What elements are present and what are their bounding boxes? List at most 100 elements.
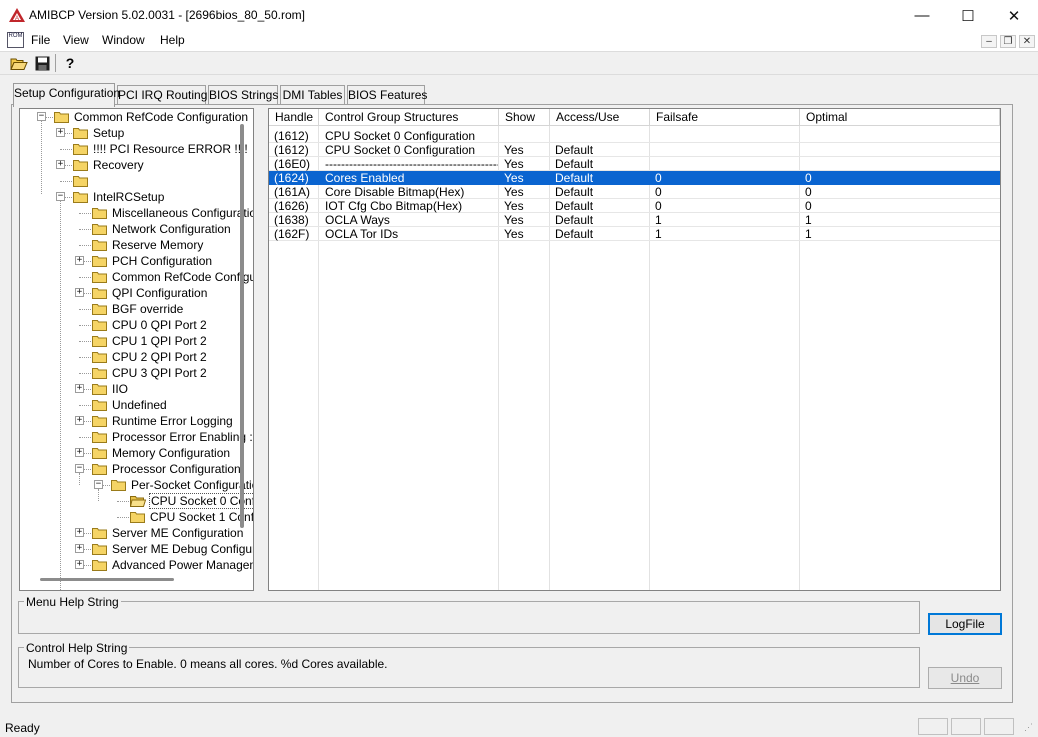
folder-icon	[92, 335, 108, 347]
tree-item[interactable]: Reserve Memory	[20, 237, 253, 253]
expand-icon[interactable]: +	[75, 416, 84, 425]
tree-item[interactable]: − IntelRCSetup	[20, 189, 253, 205]
tree-item[interactable]: CPU 2 QPI Port 2	[20, 349, 253, 365]
resize-grip-icon[interactable]: ⋰	[1024, 722, 1033, 733]
tree-item[interactable]: Processor Error Enabling :	[20, 429, 253, 445]
tree-item[interactable]: + Server ME Debug Configuratio	[20, 541, 253, 557]
tree-item[interactable]: + Runtime Error Logging	[20, 413, 253, 429]
tree-horizontal-scrollbar[interactable]	[40, 578, 174, 581]
col-header-show[interactable]: Show	[499, 109, 550, 126]
save-button[interactable]	[32, 54, 52, 72]
logfile-button[interactable]: LogFile	[928, 613, 1002, 635]
collapse-icon[interactable]: −	[37, 112, 46, 121]
toolbar-separator	[55, 54, 56, 72]
col-header-access[interactable]: Access/Use	[550, 109, 650, 126]
expand-icon[interactable]: +	[75, 560, 84, 569]
folder-icon	[92, 543, 108, 555]
show-cell: Yes	[504, 143, 524, 157]
collapse-icon[interactable]: −	[56, 192, 65, 201]
tree-item[interactable]: CPU 1 QPI Port 2	[20, 333, 253, 349]
close-button[interactable]: ✕	[991, 0, 1037, 31]
expand-icon[interactable]: +	[75, 544, 84, 553]
table-row[interactable]: (1612) CPU Socket 0 Configuration	[269, 129, 1000, 143]
tree-item[interactable]: Undefined	[20, 397, 253, 413]
tree-item[interactable]: BGF override	[20, 301, 253, 317]
tree-connector-line	[117, 501, 129, 502]
tab-bios-features[interactable]: BIOS Features	[347, 85, 427, 105]
expand-icon[interactable]: +	[75, 384, 84, 393]
folder-icon	[92, 287, 108, 299]
handle-cell: (1612)	[274, 129, 309, 143]
menu-help[interactable]: Help	[160, 33, 185, 47]
tree-item[interactable]: Network Configuration	[20, 221, 253, 237]
table-row[interactable]: (162F) OCLA Tor IDs Yes Default 1 1	[269, 227, 1000, 241]
tree-item[interactable]: + QPI Configuration	[20, 285, 253, 301]
tree-item[interactable]: !!!! PCI Resource ERROR !!!!	[20, 141, 253, 157]
mdi-minimize-button[interactable]: –	[981, 35, 997, 48]
tree-connector-line	[79, 229, 91, 230]
maximize-icon: ☐	[961, 7, 975, 25]
tree-item[interactable]: + Advanced Power Managemen	[20, 557, 253, 573]
tree-item[interactable]: + IIO	[20, 381, 253, 397]
tree-item-label: Server ME Debug Configuratio	[112, 542, 253, 556]
tree-item[interactable]: − Processor Configuration	[20, 461, 253, 477]
tree-item-label: Processor Error Enabling :	[112, 430, 253, 444]
tree-item[interactable]: + Memory Configuration	[20, 445, 253, 461]
tree-item[interactable]: CPU Socket 0 Configu	[20, 493, 253, 509]
expand-icon[interactable]: +	[75, 288, 84, 297]
tree-item[interactable]: Miscellaneous Configuration	[20, 205, 253, 221]
menu-file[interactable]: File	[31, 33, 50, 47]
tree-item[interactable]: CPU Socket 1 Configu	[20, 509, 253, 525]
expand-icon[interactable]: +	[75, 528, 84, 537]
tree-item[interactable]: + Server ME Configuration	[20, 525, 253, 541]
tree-item[interactable]: + Setup	[20, 125, 253, 141]
tree-item[interactable]: CPU 3 QPI Port 2	[20, 365, 253, 381]
access-cell: Default	[555, 199, 594, 213]
optimal-cell: 1	[805, 213, 812, 227]
col-header-failsafe[interactable]: Failsafe	[650, 109, 800, 126]
table-row-selected[interactable]: (1624) Cores Enabled Yes Default 0 0	[269, 171, 1000, 185]
optimal-cell	[805, 157, 998, 171]
tree-item[interactable]	[20, 173, 253, 189]
tree-item[interactable]: + PCH Configuration	[20, 253, 253, 269]
tree-vertical-scrollbar[interactable]	[240, 124, 244, 528]
rom-document-icon[interactable]: ROM	[7, 32, 24, 48]
col-header-structures[interactable]: Control Group Structures	[319, 109, 499, 126]
menu-window[interactable]: Window	[102, 33, 145, 47]
expand-icon[interactable]: +	[56, 160, 65, 169]
expand-icon[interactable]: +	[56, 128, 65, 137]
tree-item-label: IIO	[112, 382, 129, 396]
table-row[interactable]: (1626) IOT Cfg Cbo Bitmap(Hex) Yes Default 0…	[269, 199, 1000, 213]
tab-bios-strings[interactable]: BIOS Strings	[208, 85, 278, 105]
mdi-restore-button[interactable]: ❐	[1000, 35, 1016, 48]
expand-icon[interactable]: +	[75, 448, 84, 457]
expand-icon[interactable]: +	[75, 256, 84, 265]
open-button[interactable]	[9, 54, 29, 72]
tree-item-label: !!!! PCI Resource ERROR !!!!	[93, 142, 248, 156]
setup-tree[interactable]: − Common RefCode Configuration + Setup !!!! …	[19, 108, 254, 591]
tree-item[interactable]: CPU 0 QPI Port 2	[20, 317, 253, 333]
table-row[interactable]: (1638) OCLA Ways Yes Default 1 1	[269, 213, 1000, 227]
tree-item[interactable]: − Common RefCode Configuration	[20, 109, 253, 125]
tab-dmi-tables[interactable]: DMI Tables	[280, 85, 345, 105]
undo-button[interactable]: Undo	[928, 667, 1002, 689]
maximize-button[interactable]: ☐	[945, 0, 991, 31]
folder-icon	[111, 479, 127, 491]
mdi-close-button[interactable]: ✕	[1019, 35, 1035, 48]
folder-icon	[73, 127, 89, 139]
tab-pci-irq-routing[interactable]: PCI IRQ Routing	[117, 85, 207, 105]
help-button[interactable]: ?	[60, 54, 80, 72]
table-row[interactable]: (161A) Core Disable Bitmap(Hex) Yes Default…	[269, 185, 1000, 199]
tree-item[interactable]: Common RefCode Configuratio	[20, 269, 253, 285]
tab-setup-configuration[interactable]: Setup Configuration	[13, 83, 120, 107]
tree-item[interactable]: + Recovery	[20, 157, 253, 173]
menu-view[interactable]: View	[63, 33, 89, 47]
collapse-icon[interactable]: −	[94, 480, 103, 489]
col-header-optimal[interactable]: Optimal	[800, 109, 1000, 126]
col-header-handle[interactable]: Handle	[269, 109, 319, 126]
table-row[interactable]: (1612) CPU Socket 0 Configuration Yes Defau…	[269, 143, 1000, 157]
minimize-button[interactable]: —	[899, 0, 945, 31]
collapse-icon[interactable]: −	[75, 464, 84, 473]
table-row[interactable]: (16E0) ----------------------------------…	[269, 157, 1000, 171]
tree-item[interactable]: − Per-Socket Configuration	[20, 477, 253, 493]
